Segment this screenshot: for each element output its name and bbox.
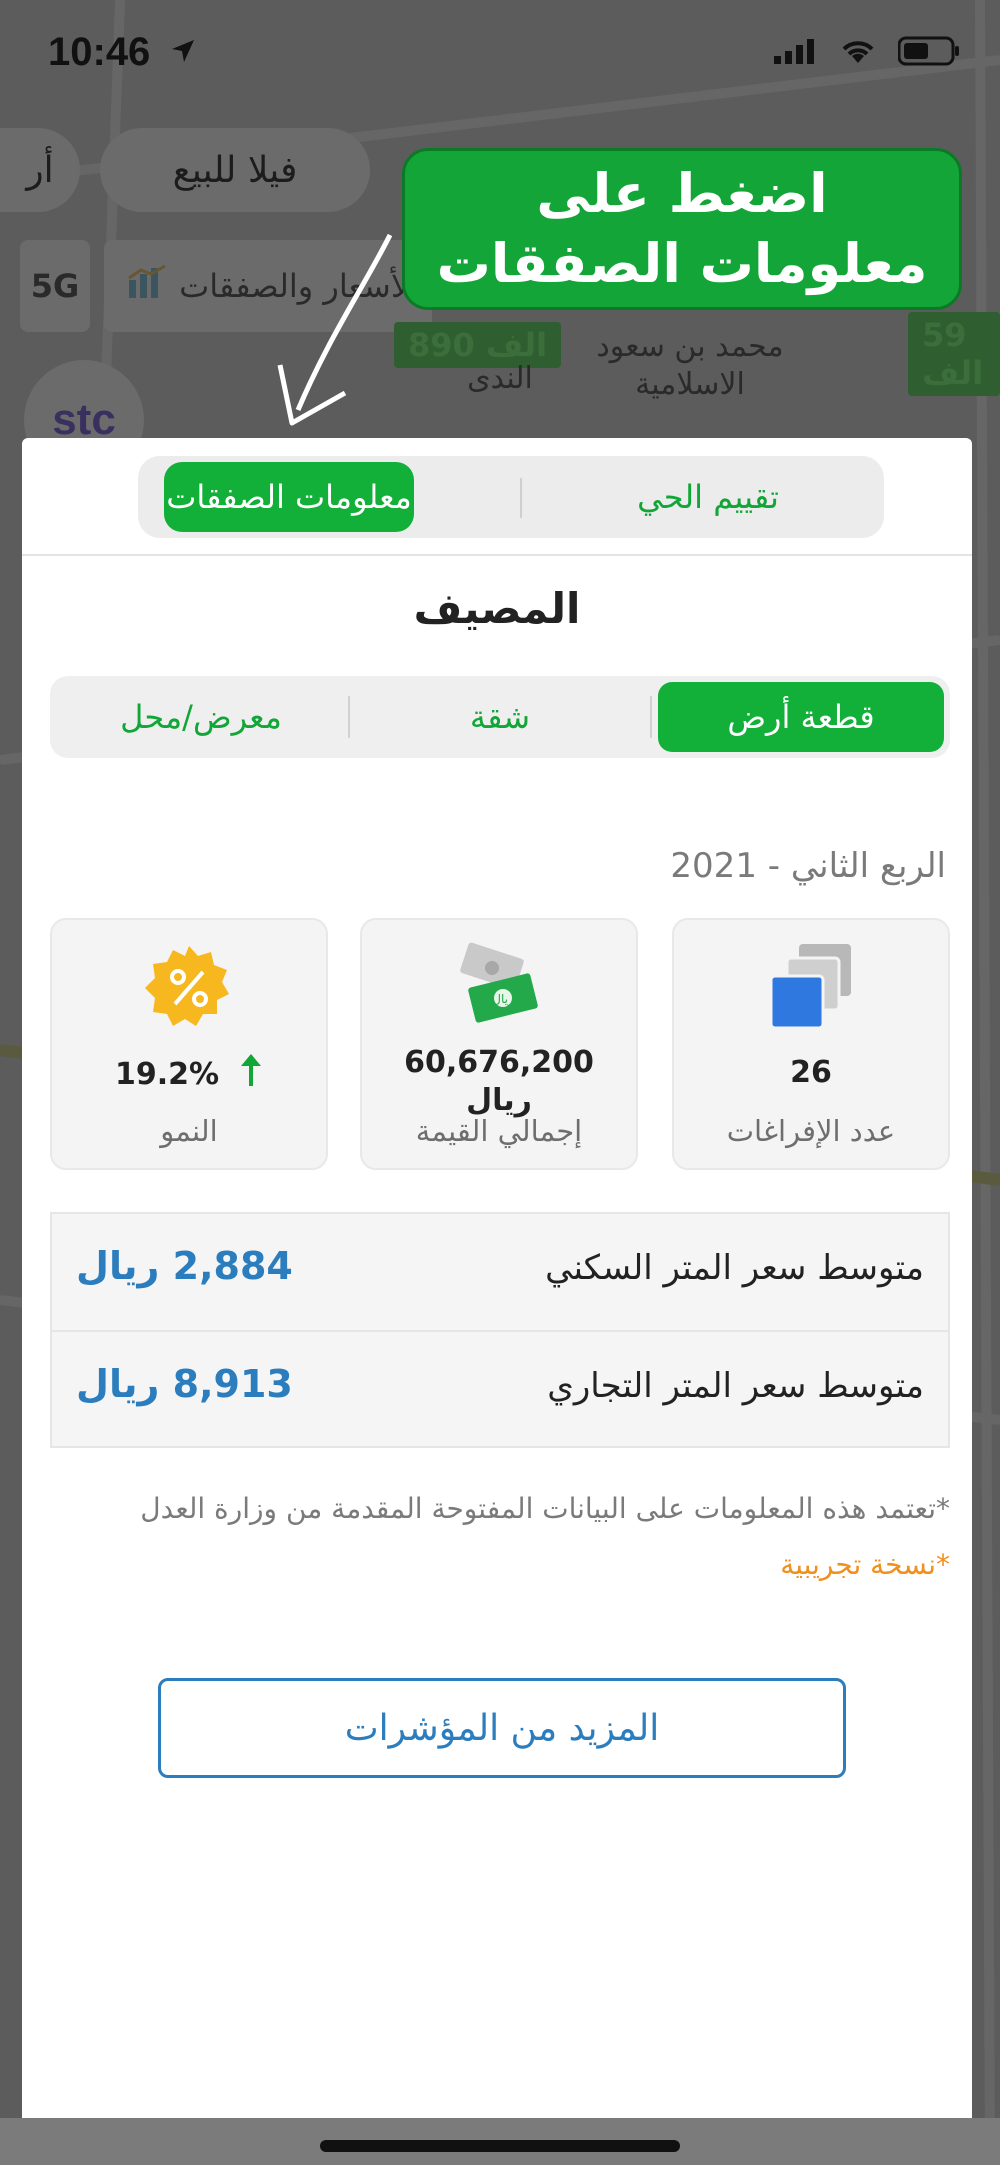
documents-stack-icon (674, 940, 948, 1036)
data-source-note: *تعتمد هذه المعلومات على البيانات المفتو… (140, 1492, 950, 1525)
stat-card-total-value: ريال 60,676,200 ريال إجمالي القيمة (360, 918, 638, 1170)
status-time: 10:46 (48, 30, 151, 74)
network-badge: 5G (20, 240, 90, 332)
property-type-switch: قطعة أرض شقة معرض/محل (50, 676, 950, 758)
tab-label: معلومات الصفقات (166, 478, 412, 516)
location-arrow-icon (170, 38, 196, 68)
home-indicator[interactable] (320, 2140, 680, 2152)
map-chip-villa-for-sale[interactable]: فيلا للبيع (100, 128, 370, 212)
stat-card-transfers: 26 عدد الإفراغات (672, 918, 950, 1170)
type-label: قطعة أرض (727, 698, 875, 736)
price-table: متوسط سعر المتر السكني 2,884 ريال متوسط … (50, 1212, 950, 1448)
price-tag-label: 59 الف (922, 316, 984, 392)
map-chip-label: أر (26, 149, 54, 191)
type-label: معرض/محل (120, 698, 282, 736)
price-row-value: 8,913 ريال (76, 1362, 293, 1406)
map-chip-label: فيلا للبيع (172, 149, 298, 191)
transfers-value: 26 (790, 1055, 832, 1090)
type-shop[interactable]: معرض/محل (56, 682, 346, 752)
network-label: 5G (30, 267, 80, 305)
growth-value: 19.2% (52, 1054, 326, 1096)
growth-label: النمو (160, 1114, 218, 1148)
signal-icon (774, 38, 818, 68)
quarter-label: الربع الثاني - 2021 (670, 846, 946, 886)
price-row-label: متوسط سعر المتر التجاري (547, 1366, 924, 1406)
pointer-arrow-icon (270, 225, 420, 439)
tab-divider (520, 478, 522, 518)
more-indicators-button[interactable]: المزيد من المؤشرات (158, 1678, 846, 1778)
stat-card-growth: 19.2% النمو (50, 918, 328, 1170)
type-divider (348, 696, 350, 738)
beta-note: *نسخة تجريبية (780, 1548, 950, 1581)
tab-deals-info[interactable]: معلومات الصفقات (164, 462, 414, 532)
growth-percent: 19.2% (114, 1057, 220, 1092)
price-tag-label: 890 الف (408, 326, 548, 364)
tab-label: تقييم الحي (637, 478, 779, 516)
callout-text: اضغط على معلومات الصفقات (436, 162, 928, 295)
deals-info-sheet: معلومات الصفقات تقييم الحي المصيف قطعة أ… (22, 438, 972, 2118)
total-value: 60,676,200 ريال (362, 1044, 636, 1120)
bar-chart-icon (127, 264, 167, 308)
total-value-number: 60,676,200 (404, 1045, 594, 1080)
svg-text:ريال: ريال (492, 992, 514, 1007)
tutorial-callout: اضغط على معلومات الصفقات (402, 148, 962, 310)
battery-icon (897, 36, 960, 70)
map-price-tag[interactable]: 59 الف (908, 312, 1000, 396)
sheet-tab-switch: معلومات الصفقات تقييم الحي (138, 456, 884, 538)
map-chip-land[interactable]: أر (0, 128, 80, 212)
table-row: متوسط سعر المتر التجاري 8,913 ريال (52, 1330, 948, 1448)
map-area-label: الندى (467, 361, 533, 396)
money-bills-icon: ريال (362, 940, 636, 1036)
table-row: متوسط سعر المتر السكني 2,884 ريال (52, 1214, 948, 1330)
percent-badge-icon (52, 940, 326, 1036)
total-value-label: إجمالي القيمة (415, 1114, 583, 1148)
wifi-icon (840, 37, 876, 69)
tab-district-rating[interactable]: تقييم الحي (558, 462, 858, 532)
type-land[interactable]: قطعة أرض (658, 682, 944, 752)
sheet-divider (22, 554, 972, 556)
transfers-label: عدد الإفراغات (726, 1114, 896, 1148)
arrow-up-icon (239, 1054, 263, 1096)
price-row-label: متوسط سعر المتر السكني (545, 1248, 924, 1288)
map-area-label: محمد بن سعود الاسلامية (596, 329, 784, 402)
type-divider (650, 696, 652, 738)
type-apartment[interactable]: شقة (352, 682, 648, 752)
price-row-value: 2,884 ريال (76, 1244, 293, 1288)
district-title: المصيف (413, 584, 581, 633)
more-indicators-label: المزيد من المؤشرات (344, 1707, 660, 1749)
type-label: شقة (469, 698, 531, 736)
status-bar: 10:46 (0, 0, 1000, 100)
